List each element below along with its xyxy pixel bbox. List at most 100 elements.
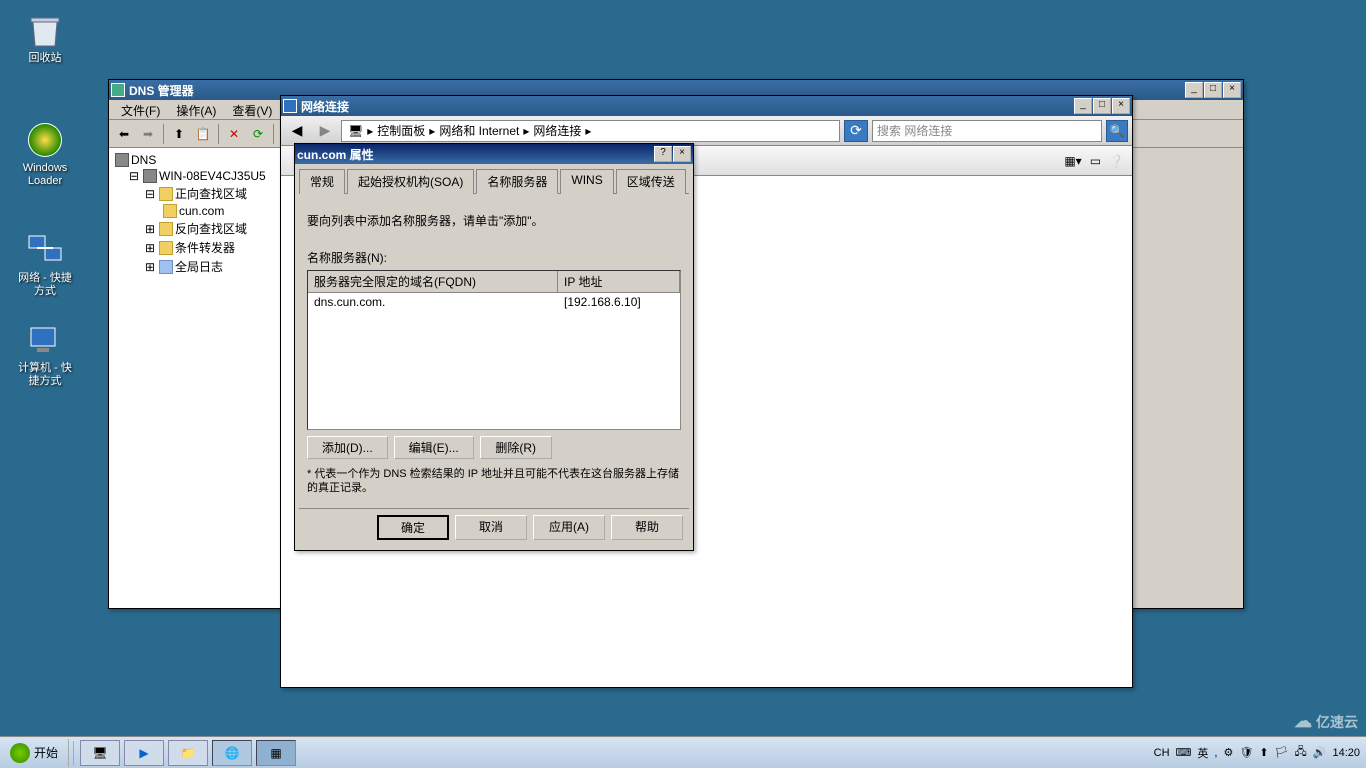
- preview-icon[interactable]: ▭: [1090, 154, 1101, 168]
- net-nav-toolbar: ◀ ▶ 🖥 ▸ 控制面板 ▸ 网络和 Internet ▸ 网络连接 ▸ ⟳ 搜…: [281, 116, 1132, 146]
- ime-punct-icon[interactable]: ,: [1214, 747, 1217, 759]
- up-button[interactable]: ⬆: [168, 123, 190, 145]
- taskbar-item-powershell[interactable]: ▶: [124, 740, 164, 766]
- start-button[interactable]: 开始: [0, 739, 69, 767]
- tree-server[interactable]: ⊟ WIN-08EV4CJ35U5: [129, 168, 284, 184]
- tree-forward-zones[interactable]: ⊟ 正向查找区域: [145, 184, 284, 203]
- tree-dns-root[interactable]: DNS: [113, 152, 284, 168]
- breadcrumb-icon: 🖥: [346, 124, 365, 138]
- tray-network-icon[interactable]: 🖧: [1295, 743, 1307, 762]
- taskbar-item-dns[interactable]: ▦: [256, 740, 296, 766]
- nav-back-button[interactable]: ◀: [285, 120, 309, 142]
- col-fqdn[interactable]: 服务器完全限定的域名(FQDN): [308, 271, 558, 292]
- tree-conditional-forwarders[interactable]: ⊞ 条件转发器: [145, 238, 284, 257]
- ok-button[interactable]: 确定: [377, 515, 449, 540]
- desktop-icon-computer[interactable]: 计算机 - 快捷方式: [10, 320, 80, 388]
- help-button[interactable]: ?: [654, 146, 672, 162]
- ns-table-header: 服务器完全限定的域名(FQDN) IP 地址: [308, 271, 680, 293]
- log-icon: [159, 260, 173, 274]
- refresh-button[interactable]: ⟳: [247, 123, 269, 145]
- taskbar-item-folder[interactable]: 📁: [168, 740, 208, 766]
- nav-forward-button[interactable]: ▶: [313, 120, 337, 142]
- net-titlebar[interactable]: 网络连接 _ □ ×: [281, 96, 1132, 116]
- ime-icon[interactable]: ⌨: [1176, 746, 1192, 759]
- menu-view[interactable]: 查看(V): [224, 100, 280, 119]
- breadcrumb-item[interactable]: 网络连接: [531, 122, 583, 139]
- add-button[interactable]: 添加(D)...: [307, 436, 388, 459]
- props-titlebar[interactable]: cun.com 属性 ? ×: [295, 144, 693, 164]
- view-icon[interactable]: ▦▾: [1064, 154, 1081, 168]
- close-button[interactable]: ×: [1223, 82, 1241, 98]
- tab-wins[interactable]: WINS: [560, 169, 613, 194]
- remove-button[interactable]: 删除(R): [480, 436, 552, 459]
- lang-indicator[interactable]: CH: [1154, 747, 1170, 759]
- search-button[interactable]: 🔍: [1106, 120, 1128, 142]
- desktop-icon-recycle[interactable]: 回收站: [10, 10, 80, 65]
- system-tray: CH ⌨ 英 , ⚙ 🛡 ⬆ 🏳 🖧 🔊 14:20: [1148, 743, 1366, 762]
- clock[interactable]: 14:20: [1332, 747, 1360, 759]
- breadcrumb[interactable]: 🖥 ▸ 控制面板 ▸ 网络和 Internet ▸ 网络连接 ▸: [341, 120, 840, 142]
- close-button[interactable]: ×: [1112, 98, 1130, 114]
- taskbar-item-explorer[interactable]: 🖥: [80, 740, 120, 766]
- folder-icon: [159, 222, 173, 236]
- lang-en[interactable]: 英: [1197, 745, 1208, 761]
- start-orb-icon: [10, 743, 30, 763]
- tray-updates-icon[interactable]: ⬆: [1259, 746, 1268, 759]
- expand-icon[interactable]: ⊞: [145, 222, 157, 236]
- apply-button[interactable]: 应用(A): [533, 515, 605, 540]
- menu-file[interactable]: 文件(F): [113, 100, 168, 119]
- watermark: ☁ 亿速云: [1294, 711, 1358, 732]
- zone-properties-dialog: cun.com 属性 ? × 常规 起始授权机构(SOA) 名称服务器 WINS…: [294, 143, 694, 551]
- tray-security-icon[interactable]: 🛡: [1239, 746, 1253, 759]
- collapse-icon[interactable]: ⊟: [145, 187, 157, 201]
- expand-icon[interactable]: ⊞: [145, 241, 157, 255]
- menu-action[interactable]: 操作(A): [168, 100, 224, 119]
- delete-button[interactable]: ✕: [223, 123, 245, 145]
- forward-button[interactable]: ➡: [137, 123, 159, 145]
- dns-root-icon: [115, 153, 129, 167]
- maximize-button[interactable]: □: [1204, 82, 1222, 98]
- col-ip[interactable]: IP 地址: [558, 271, 680, 292]
- minimize-button[interactable]: _: [1185, 82, 1203, 98]
- server-icon: [143, 169, 157, 183]
- search-input[interactable]: 搜索 网络连接: [872, 120, 1102, 142]
- collapse-icon[interactable]: ⊟: [129, 169, 141, 183]
- edit-button[interactable]: 编辑(E)...: [394, 436, 474, 459]
- tree-global-logs[interactable]: ⊞ 全局日志: [145, 257, 284, 276]
- tray-flag-icon[interactable]: 🏳: [1275, 746, 1289, 759]
- dns-tree: DNS ⊟ WIN-08EV4CJ35U5 ⊟ 正向查找区域 cun.com ⊞…: [109, 148, 289, 608]
- tray-sound-icon[interactable]: 🔊: [1313, 746, 1327, 759]
- name-servers-table[interactable]: 服务器完全限定的域名(FQDN) IP 地址 dns.cun.com. [192…: [307, 270, 681, 430]
- folder-icon: [159, 187, 173, 201]
- desktop-icon-windows-loader[interactable]: WindowsLoader: [10, 120, 80, 188]
- ime-option-icon[interactable]: ⚙: [1223, 746, 1233, 759]
- minimize-button[interactable]: _: [1074, 98, 1092, 114]
- tree-zone-cun-com[interactable]: cun.com: [161, 203, 284, 219]
- help-button[interactable]: 帮助: [611, 515, 683, 540]
- maximize-button[interactable]: □: [1093, 98, 1111, 114]
- tab-soa[interactable]: 起始授权机构(SOA): [347, 169, 474, 194]
- help-icon[interactable]: ❔: [1109, 154, 1124, 168]
- close-button[interactable]: ×: [673, 146, 691, 162]
- show-hide-button[interactable]: 📋: [192, 123, 214, 145]
- ns-row[interactable]: dns.cun.com. [192.168.6.10]: [308, 293, 680, 311]
- tab-general[interactable]: 常规: [299, 169, 345, 194]
- cancel-button[interactable]: 取消: [455, 515, 527, 540]
- refresh-button[interactable]: ⟳: [844, 120, 868, 142]
- zone-icon: [163, 204, 177, 218]
- computer-icon: [25, 320, 65, 360]
- taskbar-item-network[interactable]: 🌐: [212, 740, 252, 766]
- ns-list-label: 名称服务器(N):: [307, 249, 681, 266]
- desktop-icon-network[interactable]: 网络 - 快捷方式: [10, 230, 80, 298]
- tree-reverse-zones[interactable]: ⊞ 反向查找区域: [145, 219, 284, 238]
- breadcrumb-item[interactable]: 网络和 Internet: [437, 122, 521, 139]
- network-icon: [25, 230, 65, 270]
- props-tabs: 常规 起始授权机构(SOA) 名称服务器 WINS 区域传送: [299, 168, 689, 194]
- net-app-icon: [283, 99, 297, 113]
- tab-name-servers[interactable]: 名称服务器: [476, 169, 558, 194]
- breadcrumb-item[interactable]: 控制面板: [375, 122, 427, 139]
- expand-icon[interactable]: ⊞: [145, 260, 157, 274]
- back-button[interactable]: ⬅: [113, 123, 135, 145]
- tab-zone-transfers[interactable]: 区域传送: [616, 169, 686, 194]
- recycle-bin-icon: [25, 10, 65, 50]
